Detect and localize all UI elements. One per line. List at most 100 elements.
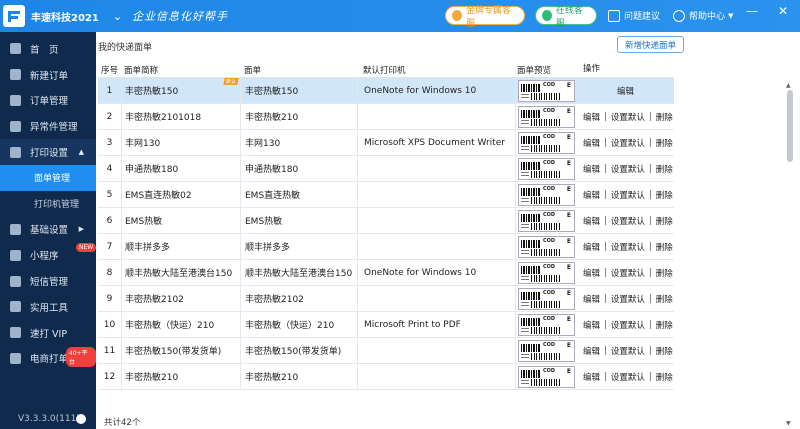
minimize-button[interactable]: —	[746, 4, 758, 18]
edit-link[interactable]: 编辑	[583, 111, 600, 123]
sheet-preview[interactable]: COD E	[515, 338, 577, 363]
edit-link[interactable]: 编辑	[617, 85, 634, 97]
set-default-link[interactable]: 设置默认	[611, 137, 645, 149]
nav-order-manage[interactable]: 订单管理	[0, 88, 96, 114]
sheet-preview[interactable]: COD E	[515, 364, 577, 389]
table-row[interactable]: 10 丰密热敏（快运）210 丰密热敏（快运）210 Microsoft Print …	[98, 312, 674, 338]
table-row[interactable]: 8 顺丰热敏大陆至港澳台150 顺丰热敏大陆至港澳台150 OneNote for W…	[98, 260, 674, 286]
set-default-link[interactable]: 设置默认	[611, 371, 645, 383]
nav-print-settings[interactable]: 打印设置 ▲	[0, 139, 96, 165]
set-default-link[interactable]: 设置默认	[611, 163, 645, 175]
delete-link[interactable]: 删除	[656, 267, 673, 279]
edit-link[interactable]: 编辑	[583, 241, 600, 253]
table-row[interactable]: 5 EMS直连热敏02 EMS直连热敏 COD E 编辑 | 设置默认 | 删除	[98, 182, 674, 208]
sheet-preview[interactable]: COD E	[515, 78, 577, 103]
sheet-preview[interactable]: COD E	[515, 156, 577, 181]
online-service-button[interactable]: 在线客服	[535, 6, 597, 29]
op-separator: |	[648, 371, 652, 382]
nav-home[interactable]: 首 页	[0, 36, 96, 62]
delete-link[interactable]: 删除	[656, 215, 673, 227]
sheet-short-name: 丰密热敏150 默认	[121, 78, 240, 103]
nav-sms[interactable]: 短信管理	[0, 268, 96, 294]
set-default-link[interactable]: 设置默认	[611, 267, 645, 279]
nav-tools[interactable]: 实用工具	[0, 294, 96, 320]
text-lines-icon	[521, 327, 529, 329]
nav-sheet-manage[interactable]: 面单管理	[0, 164, 96, 191]
set-default-link[interactable]: 设置默认	[611, 319, 645, 331]
sheet-preview[interactable]: COD E	[515, 104, 577, 129]
nav-vip[interactable]: 速打 VIP	[0, 320, 96, 346]
sheet-preview[interactable]: COD E	[515, 208, 577, 233]
sheet-preview[interactable]: COD E	[515, 312, 577, 337]
close-button[interactable]: ✕	[778, 4, 788, 18]
table-row[interactable]: 3 丰网130 丰网130 Microsoft XPS Document Writer…	[98, 130, 674, 156]
table-row[interactable]: 6 EMS热敏 EMS热敏 COD E 编辑 | 设置默认 | 删除	[98, 208, 674, 234]
scroll-down-icon[interactable]: ▼	[786, 420, 791, 427]
delete-link[interactable]: 删除	[656, 241, 673, 253]
delete-link[interactable]: 删除	[656, 111, 673, 123]
sheet-preview[interactable]: COD E	[515, 182, 577, 207]
edit-link[interactable]: 编辑	[583, 371, 600, 383]
online-service-label: 在线客服	[555, 5, 583, 29]
table-row[interactable]: 2 丰密热敏2101018 丰密热敏210 COD E 编辑 | 设置默认 | 删除	[98, 104, 674, 130]
label-thumbnail: COD E	[518, 261, 575, 284]
delete-link[interactable]: 删除	[656, 319, 673, 331]
delete-link[interactable]: 删除	[656, 345, 673, 357]
delete-link[interactable]: 删除	[656, 371, 673, 383]
set-default-link[interactable]: 设置默认	[611, 111, 645, 123]
nav-miniapp[interactable]: 小程序 NEW	[0, 242, 97, 268]
table-row[interactable]: 1 丰密热敏150 默认 丰密热敏150 OneNote for Windows 10 C…	[98, 78, 674, 104]
table-row[interactable]: 11 丰密热敏150(带发货单) 丰密热敏150(带发货单) COD E 编辑 | 设置默认 |…	[98, 338, 674, 364]
add-sheet-button[interactable]: 新增快递面单	[617, 36, 684, 53]
delete-link[interactable]: 删除	[656, 137, 673, 149]
edit-link[interactable]: 编辑	[583, 319, 600, 331]
edit-link[interactable]: 编辑	[583, 189, 600, 201]
sheet-preview[interactable]: COD E	[515, 234, 577, 259]
op-separator: |	[648, 163, 652, 174]
nav-new-order[interactable]: 新建订单	[0, 62, 96, 88]
help-icon	[673, 9, 685, 22]
edit-link[interactable]: 编辑	[583, 293, 600, 305]
nav-printer-manage[interactable]: 打印机管理	[0, 191, 96, 217]
chevron-down-icon[interactable]: ⌄	[113, 10, 122, 23]
delete-link[interactable]: 删除	[656, 163, 673, 175]
row-operations: 编辑 | 设置默认 | 删除	[577, 104, 674, 129]
default-printer: Microsoft XPS Document Writer	[357, 130, 515, 155]
edit-link[interactable]: 编辑	[583, 137, 600, 149]
scroll-thumb[interactable]	[787, 90, 793, 162]
vertical-scrollbar[interactable]: ▲ ▼	[785, 82, 795, 427]
help-center-button[interactable]: 帮助中心 ▼	[673, 6, 733, 25]
cod-mark: COD	[543, 315, 556, 322]
table-row[interactable]: 9 丰密热敏2102 丰密热敏2102 COD E 编辑 | 设置默认 | 删除	[98, 286, 674, 312]
table-row[interactable]: 7 顺丰拼多多 顺丰拼多多 COD E 编辑 | 设置默认 | 删除	[98, 234, 674, 260]
table-row[interactable]: 4 申通热敏180 申通热敏180 COD E 编辑 | 设置默认 | 删除	[98, 156, 674, 182]
label-thumbnail: COD E	[518, 79, 575, 102]
set-default-link[interactable]: 设置默认	[611, 345, 645, 357]
gold-service-button[interactable]: 金牌专属客服	[445, 6, 525, 29]
set-default-link[interactable]: 设置默认	[611, 215, 645, 227]
set-default-link[interactable]: 设置默认	[611, 293, 645, 305]
delete-link[interactable]: 删除	[656, 189, 673, 201]
edit-link[interactable]: 编辑	[583, 163, 600, 175]
sheet-preview[interactable]: COD E	[515, 286, 577, 311]
nav-exception[interactable]: 异常件管理	[0, 113, 96, 139]
edit-link[interactable]: 编辑	[583, 215, 600, 227]
sheet-type: 丰网130	[240, 130, 357, 155]
table-row[interactable]: 12 丰密热敏210 丰密热敏210 COD E 编辑 | 设置默认 | 删除	[98, 364, 674, 390]
text-lines-icon	[521, 379, 529, 381]
nav-basic-settings[interactable]: 基础设置 ▶	[0, 217, 96, 243]
nav-ecommerce[interactable]: 电商打单 40+平台	[0, 346, 96, 372]
app-logo	[3, 5, 25, 27]
delete-link[interactable]: 删除	[656, 293, 673, 305]
row-operations: 编辑 | 设置默认 | 删除	[577, 234, 674, 259]
scroll-up-icon[interactable]: ▲	[786, 82, 791, 89]
update-icon[interactable]	[76, 414, 86, 424]
sheet-preview[interactable]: COD E	[515, 130, 577, 155]
set-default-link[interactable]: 设置默认	[611, 189, 645, 201]
set-default-link[interactable]: 设置默认	[611, 241, 645, 253]
sheet-preview[interactable]: COD E	[515, 260, 577, 285]
sheet-short-name: 丰密热敏2101018	[121, 104, 240, 129]
edit-link[interactable]: 编辑	[583, 345, 600, 357]
edit-link[interactable]: 编辑	[583, 267, 600, 279]
feedback-button[interactable]: 问题建议	[608, 6, 660, 25]
